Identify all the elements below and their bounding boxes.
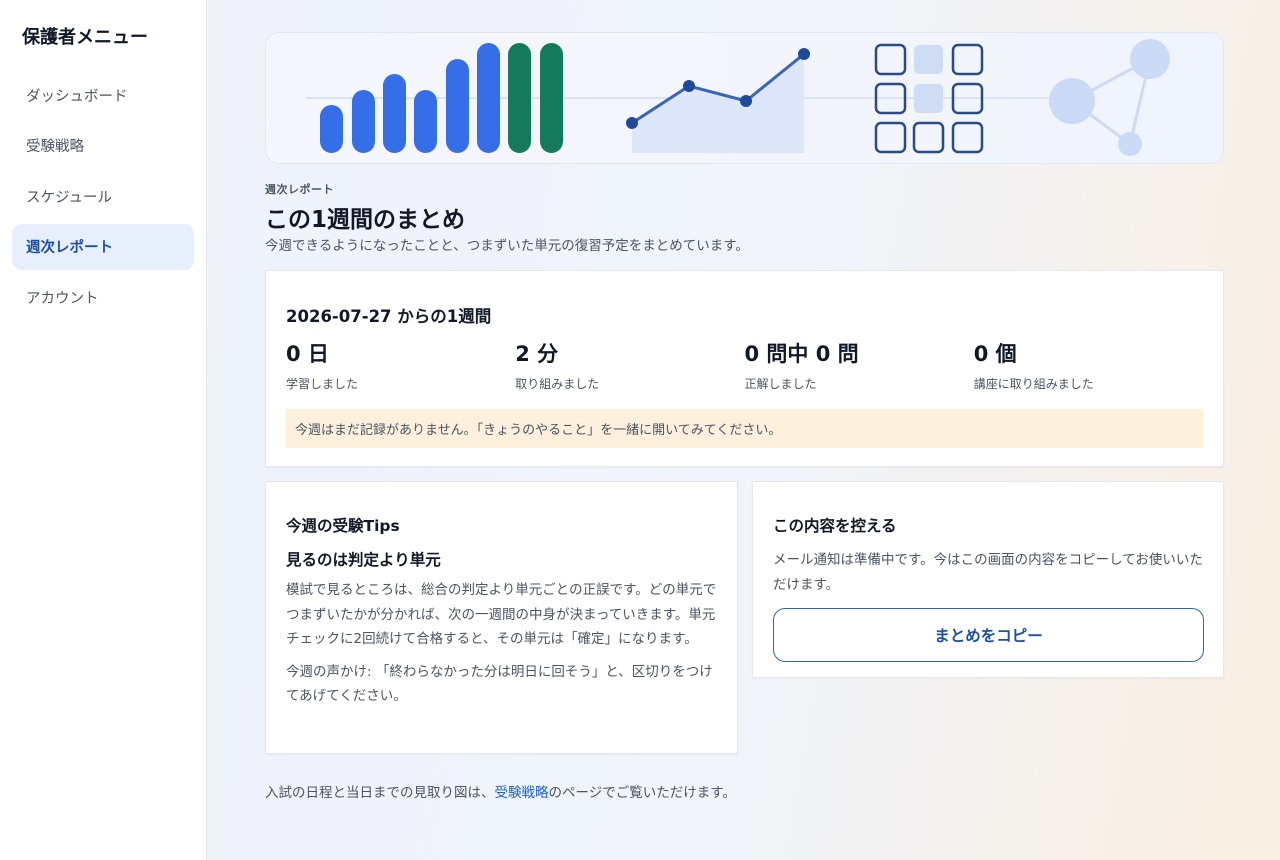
sidebar: 保護者メニュー ダッシュボード 受験戦略 スケジュール 週次レポート アカウント bbox=[0, 0, 207, 860]
tip-body: 模試で見るところは、総合の判定より単元ごとの正誤です。どの単元でつまずいたかが分… bbox=[286, 582, 717, 647]
weekly-summary-card: 2026-07-27 からの1週間 0 日 学習しました 2 分 取り組みました… bbox=[265, 270, 1224, 467]
stat-correct-answers: 0 問中 0 問 正解しました bbox=[745, 341, 974, 392]
sidebar-item-exam-strategy[interactable]: 受験戦略 bbox=[12, 123, 194, 169]
tip-heading: 見るのは判定より単元 bbox=[286, 551, 441, 569]
copy-description: メール通知は準備中です。今はこの画面の内容をコピーしてお使いいただけます。 bbox=[773, 552, 1203, 593]
hero-point bbox=[626, 117, 638, 129]
stat-label: 学習しました bbox=[286, 377, 359, 391]
stat-study-days: 0 日 学習しました bbox=[286, 341, 515, 392]
stat-value: 0 問中 0 問 bbox=[744, 342, 859, 366]
stat-courses: 0 個 講座に取り組みました bbox=[974, 341, 1203, 392]
sidebar-nav: ダッシュボード 受験戦略 スケジュール 週次レポート アカウント bbox=[12, 72, 194, 320]
footer-prefix: 入試の日程と当日までの見取り図は、 bbox=[265, 785, 495, 801]
tips-title: 今週の受験Tips bbox=[286, 517, 400, 535]
sidebar-title: 保護者メニュー bbox=[22, 27, 148, 48]
hero-network bbox=[1049, 39, 1170, 156]
stat-value: 2 分 bbox=[515, 342, 559, 366]
page-subtitle: 今週できるようになったことと、つまずいた単元の復習予定をまとめています。 bbox=[265, 238, 749, 254]
summary-heading: 2026-07-27 からの1週間 bbox=[286, 307, 492, 326]
footer-suffix: のページでご覧いただけます。 bbox=[548, 785, 736, 801]
footer-note: 入試の日程と当日までの見取り図は、受験戦略のページでご覧いただけます。 bbox=[265, 781, 736, 801]
page-eyebrow: 週次レポート bbox=[265, 183, 334, 196]
stat-value: 0 日 bbox=[286, 342, 329, 366]
hero-point bbox=[798, 48, 810, 60]
copy-card: この内容を控える メール通知は準備中です。今はこの画面の内容をコピーしてお使いい… bbox=[752, 481, 1224, 678]
hero-bar bbox=[414, 90, 437, 153]
stat-value: 0 個 bbox=[973, 342, 1017, 366]
hero-bar bbox=[383, 74, 406, 153]
tip-voice: 今週の声かけ: 「終わらなかった分は明日に回そう」と、区切りをつけてあげてくださ… bbox=[286, 663, 713, 705]
exam-strategy-link[interactable]: 受験戦略 bbox=[495, 785, 549, 801]
summary-stats: 0 日 学習しました 2 分 取り組みました 0 問中 0 問 正解しました 0… bbox=[286, 341, 1203, 392]
page-title: この1週間のまとめ bbox=[265, 207, 466, 233]
hero-bar bbox=[508, 43, 531, 153]
copy-title: この内容を控える bbox=[773, 517, 897, 535]
stat-label: 取り組みました bbox=[515, 377, 600, 391]
hero-bar bbox=[540, 43, 563, 153]
stat-study-minutes: 2 分 取り組みました bbox=[515, 341, 744, 392]
tips-card: 今週の受験Tips 見るのは判定より単元 模試で見るところは、総合の判定より単元… bbox=[265, 481, 738, 754]
sidebar-item-schedule[interactable]: スケジュール bbox=[12, 173, 194, 219]
hero-bar bbox=[446, 59, 469, 153]
hero-illustration bbox=[265, 32, 1224, 164]
hero-bar bbox=[320, 105, 343, 153]
empty-notice: 今週はまだ記録がありません。「きょうのやること」を一緒に開いてみてください。 bbox=[286, 409, 1203, 448]
stat-label: 正解しました bbox=[744, 377, 817, 391]
hero-graphic bbox=[306, 39, 1170, 156]
hero-bar bbox=[352, 90, 375, 153]
hero-point bbox=[683, 80, 695, 92]
hero-point bbox=[740, 95, 752, 107]
hero-area bbox=[632, 54, 804, 153]
sidebar-item-account[interactable]: アカウント bbox=[12, 274, 194, 320]
hero-bar bbox=[477, 43, 500, 153]
stat-label: 講座に取り組みました bbox=[973, 377, 1094, 391]
copy-summary-button[interactable]: まとめをコピー bbox=[773, 608, 1204, 662]
sidebar-item-dashboard[interactable]: ダッシュボード bbox=[12, 72, 194, 118]
sidebar-item-weekly-report[interactable]: 週次レポート bbox=[12, 223, 194, 270]
